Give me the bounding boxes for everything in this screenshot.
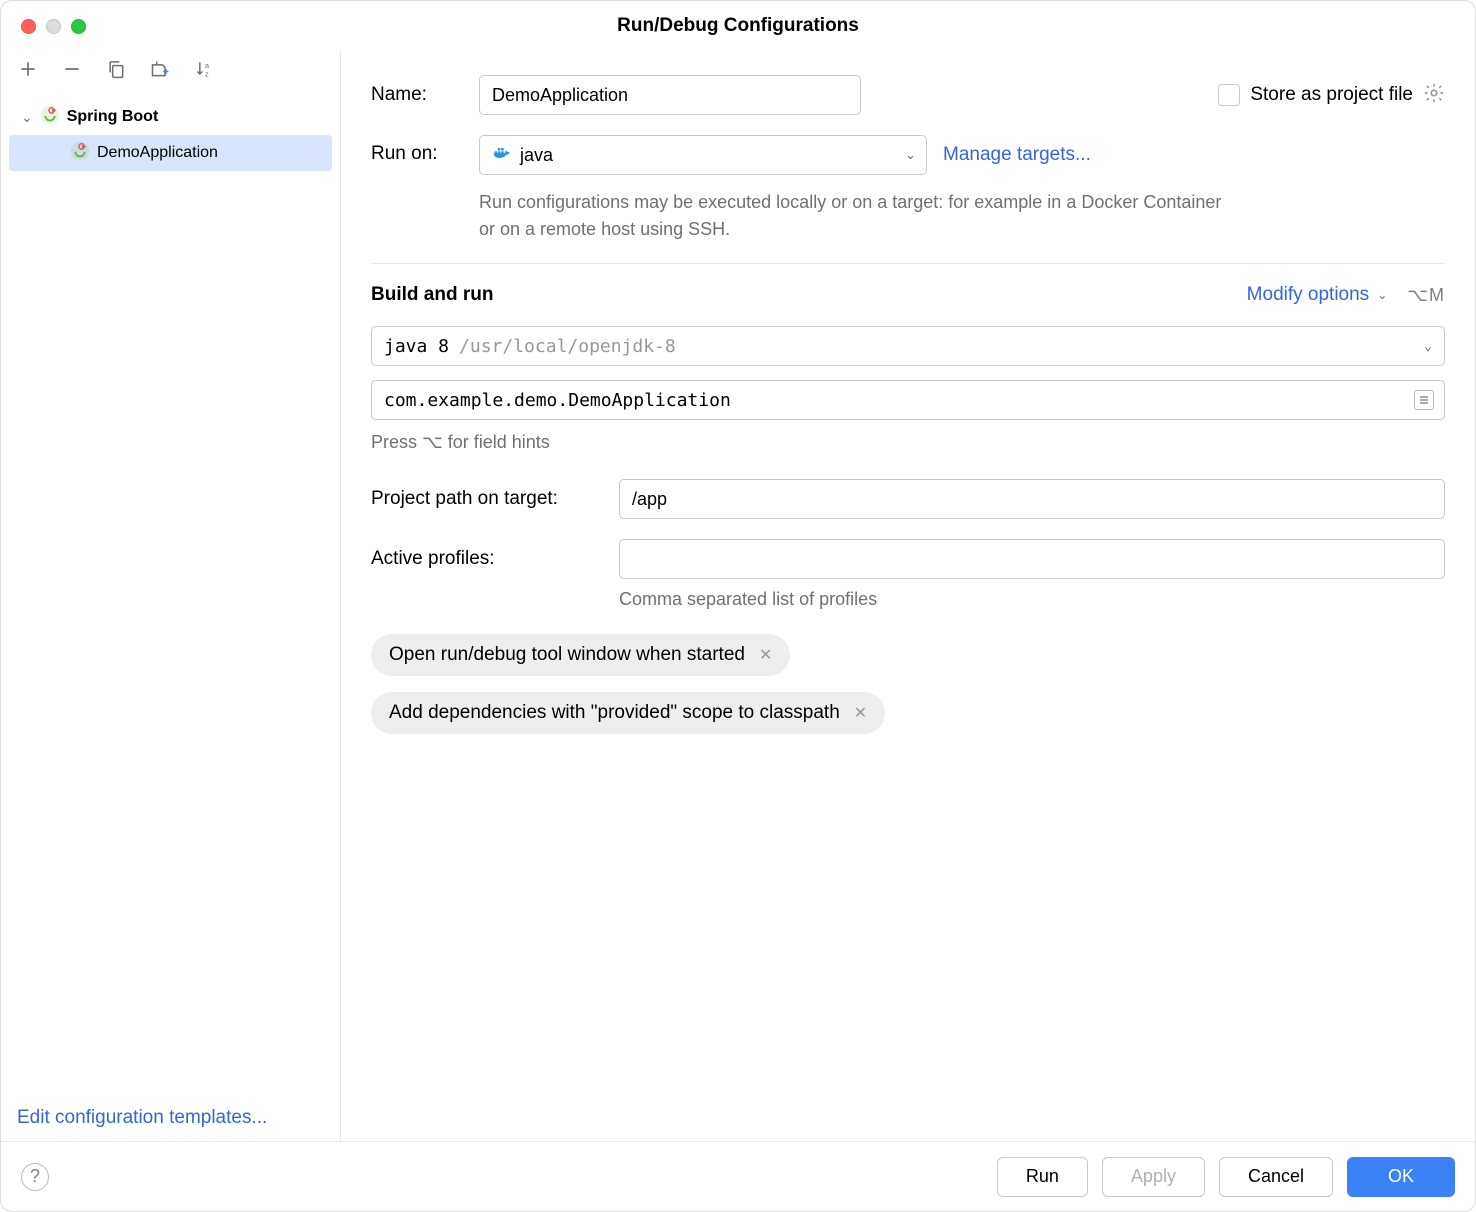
ok-button[interactable]: OK <box>1347 1157 1455 1197</box>
manage-targets-link[interactable]: Manage targets... <box>943 144 1091 166</box>
name-label: Name: <box>371 84 465 106</box>
jdk-path: /usr/local/openjdk-8 <box>459 336 676 357</box>
tree-group-spring-boot[interactable]: ⌄ Spring Boot <box>1 99 340 135</box>
apply-button[interactable]: Apply <box>1102 1157 1205 1197</box>
sidebar: az ⌄ Spring Boot DemoApplication Edit co… <box>1 51 341 1141</box>
profiles-help-text: Comma separated list of profiles <box>619 589 1445 610</box>
tree-item-demoapplication[interactable]: DemoApplication <box>9 135 332 171</box>
tree-group-label: Spring Boot <box>67 108 159 126</box>
remove-config-icon[interactable] <box>61 58 83 80</box>
main-class-field[interactable]: com.example.demo.DemoApplication <box>371 380 1445 420</box>
save-template-icon[interactable] <box>149 58 171 80</box>
main-panel: Name: Store as project file Run on: <box>341 51 1475 1141</box>
edit-templates-link[interactable]: Edit configuration templates... <box>1 1095 340 1141</box>
runon-label: Run on: <box>371 135 465 165</box>
divider <box>371 263 1445 264</box>
option-chip-open-tool-window[interactable]: Open run/debug tool window when started … <box>371 634 790 676</box>
add-config-icon[interactable] <box>17 58 39 80</box>
name-input[interactable] <box>479 75 861 115</box>
active-profiles-input[interactable] <box>619 539 1445 579</box>
main-class-value: com.example.demo.DemoApplication <box>384 390 731 411</box>
option-chip-provided-scope[interactable]: Add dependencies with "provided" scope t… <box>371 692 885 734</box>
jdk-name: java 8 <box>384 336 449 357</box>
runon-value: java <box>520 145 553 166</box>
sidebar-toolbar: az <box>1 51 340 93</box>
runon-select[interactable]: java ⌄ <box>479 135 927 175</box>
modify-options-label: Modify options <box>1247 284 1370 306</box>
run-button[interactable]: Run <box>997 1157 1088 1197</box>
runon-help-text: Run configurations may be executed local… <box>479 189 1239 243</box>
close-window-button[interactable] <box>21 19 36 34</box>
svg-text:z: z <box>205 70 209 79</box>
tree-item-label: DemoApplication <box>97 144 218 162</box>
cancel-button[interactable]: Cancel <box>1219 1157 1333 1197</box>
docker-icon <box>492 143 512 168</box>
chip-remove-icon[interactable]: ✕ <box>854 703 867 723</box>
field-hints-text: Press ⌥ for field hints <box>371 432 1445 453</box>
copy-config-icon[interactable] <box>105 58 127 80</box>
chevron-down-icon[interactable]: ⌄ <box>21 109 33 126</box>
footer: ? Run Apply Cancel OK <box>1 1141 1475 1211</box>
spring-boot-icon <box>39 104 61 131</box>
chevron-down-icon: ⌄ <box>1424 339 1432 354</box>
sort-icon[interactable]: az <box>193 58 215 80</box>
config-tree: ⌄ Spring Boot DemoApplication <box>1 93 340 1095</box>
chip-remove-icon[interactable]: ✕ <box>759 645 772 665</box>
modify-options-link[interactable]: Modify options ⌄ ⌥M <box>1247 284 1445 306</box>
chip-label: Add dependencies with "provided" scope t… <box>389 702 840 724</box>
gear-icon[interactable] <box>1423 82 1445 109</box>
build-run-section-title: Build and run <box>371 284 493 306</box>
active-profiles-label: Active profiles: <box>371 548 605 570</box>
chevron-down-icon: ⌄ <box>905 147 916 163</box>
modify-options-shortcut: ⌥M <box>1407 285 1445 306</box>
zoom-window-button[interactable] <box>71 19 86 34</box>
store-as-project-label: Store as project file <box>1250 84 1413 106</box>
minimize-window-button[interactable] <box>46 19 61 34</box>
window-title: Run/Debug Configurations <box>617 15 859 37</box>
chevron-down-icon: ⌄ <box>1377 288 1387 302</box>
spring-boot-icon <box>69 140 91 167</box>
list-icon[interactable] <box>1414 390 1434 410</box>
window-controls <box>21 19 86 34</box>
store-as-project-checkbox[interactable] <box>1218 84 1240 106</box>
project-path-input[interactable] <box>619 479 1445 519</box>
chip-label: Open run/debug tool window when started <box>389 644 745 666</box>
titlebar: Run/Debug Configurations <box>1 1 1475 51</box>
project-path-label: Project path on target: <box>371 488 605 510</box>
help-button[interactable]: ? <box>21 1163 49 1191</box>
jdk-select[interactable]: java 8 /usr/local/openjdk-8 ⌄ <box>371 326 1445 366</box>
